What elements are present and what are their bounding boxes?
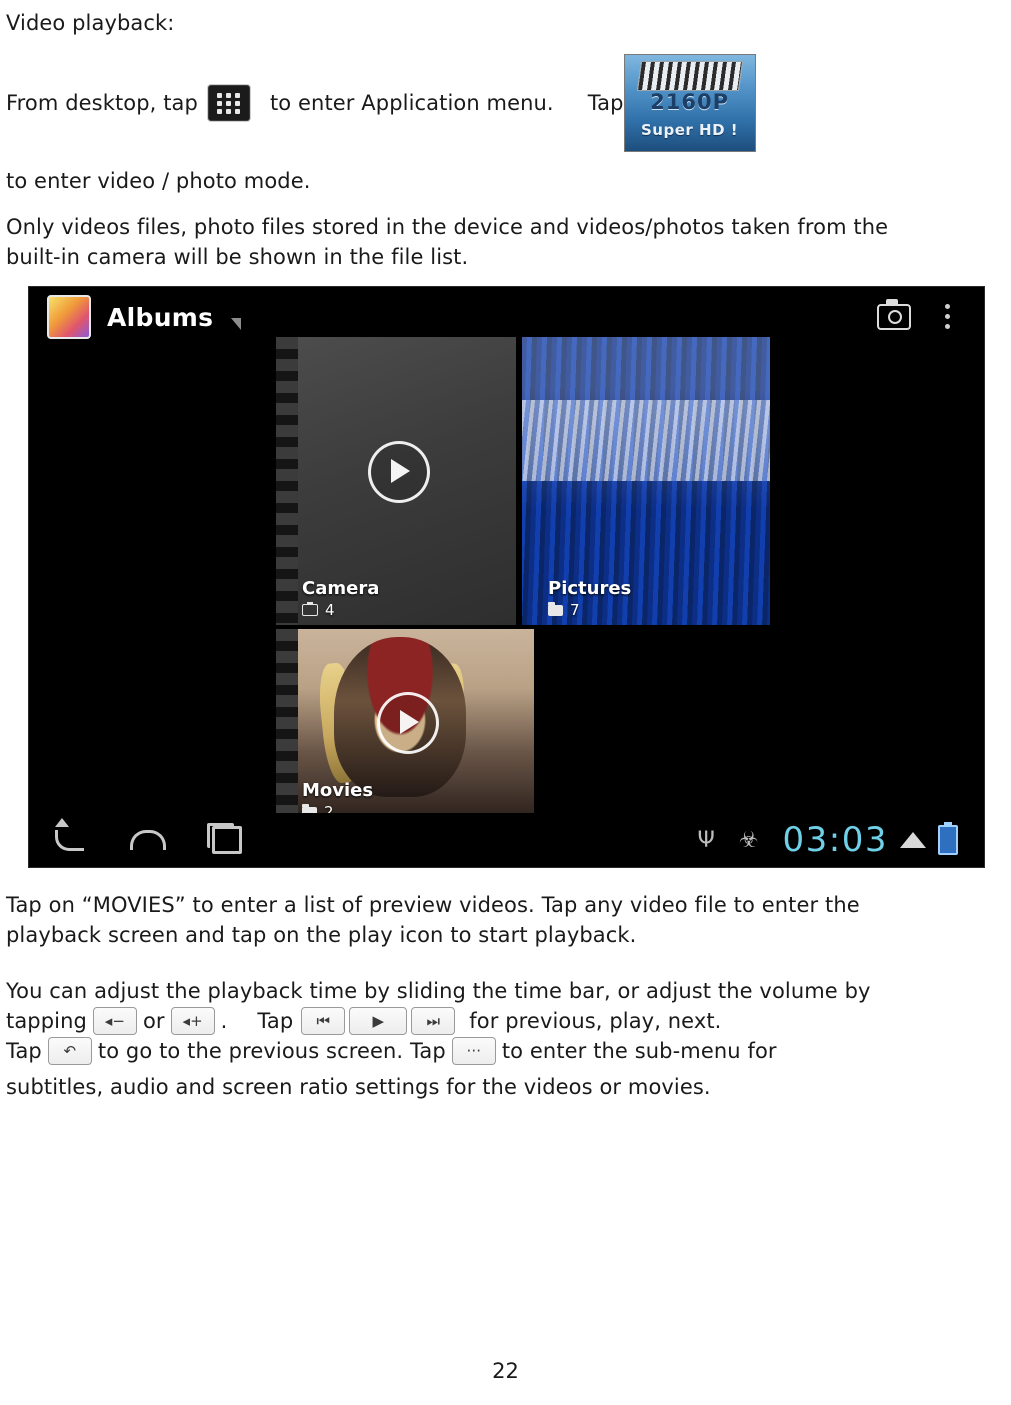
stack-edge-graphic <box>276 337 298 625</box>
back-nav-icon[interactable] <box>55 817 84 851</box>
album-count: 4 <box>325 601 335 619</box>
system-navigation-bar: Ψ ☣ 03:03 <box>29 813 984 867</box>
instruction-text-pre: From desktop, tap <box>6 91 198 115</box>
status-clock: 03:03 <box>782 820 888 860</box>
next-button[interactable]: ⏭ <box>411 1007 456 1035</box>
home-nav-icon[interactable] <box>130 830 166 850</box>
paragraph-files-line1: Only videos files, photo files stored in… <box>6 215 889 239</box>
debug-icon: ☣ <box>738 827 759 853</box>
instruction-text-mid: to enter Application menu. <box>269 91 554 115</box>
adjust-text-or: or <box>142 1009 165 1033</box>
section-heading: Video playback: <box>6 11 175 35</box>
adjust-text-tap2: Tap <box>6 1039 42 1063</box>
paragraph-adjust-line1: You can adjust the playback time by slid… <box>6 979 871 1003</box>
album-grid: Camera 4 Pictures 7 Movies 2 <box>276 337 770 827</box>
paragraph-adjust-line4: subtitles, audio and screen ratio settin… <box>6 1075 711 1099</box>
instruction-text-tap: Tap <box>587 91 624 115</box>
photo-thumbnail-graphic <box>522 400 770 481</box>
paragraph-adjust-line3: Tap ↶ to go to the previous screen. Tap … <box>6 1036 1005 1066</box>
album-name: Pictures <box>548 578 632 599</box>
play-icon[interactable] <box>377 692 439 755</box>
gallery-screenshot: Albums Camera 4 Pictures 7 Movies 2 Ψ ☣ … <box>28 286 985 868</box>
album-name: Movies <box>302 780 374 801</box>
overflow-menu-icon[interactable] <box>945 304 950 330</box>
paragraph-movies-line1: Tap on “MOVIES” to enter a list of previ… <box>6 893 860 917</box>
paragraph-files-line2: built-in camera will be shown in the fil… <box>6 245 469 269</box>
super-hd-title-label: Super HD ! <box>641 121 739 139</box>
previous-button[interactable]: ⏮ <box>301 1007 346 1035</box>
album-name: Camera <box>302 578 380 599</box>
album-tile-movies[interactable]: Movies 2 <box>276 629 534 827</box>
adjust-text-tap: Tap <box>257 1009 294 1033</box>
recents-nav-icon[interactable] <box>207 823 242 854</box>
volume-up-button[interactable]: ◂+ <box>170 1007 215 1035</box>
page-number: 22 <box>492 1359 519 1383</box>
album-tile-camera[interactable]: Camera 4 <box>276 337 516 625</box>
stack-edge-graphic <box>276 629 298 827</box>
gallery-app-icon <box>47 295 91 339</box>
play-icon[interactable] <box>368 441 430 504</box>
camera-icon[interactable] <box>877 299 911 330</box>
album-count-row: 7 <box>548 601 580 619</box>
super-hd-resolution-label: 2160P <box>650 90 729 114</box>
adjust-text-post: for previous, play, next. <box>469 1009 722 1033</box>
instruction-open-app-menu: From desktop, tap to enter Application m… <box>6 54 1005 152</box>
app-grid-icon <box>207 85 250 121</box>
back-button[interactable]: ↶ <box>47 1037 92 1065</box>
document-page: Video playback: From desktop, tap to ent… <box>0 0 1011 1405</box>
album-count-row: 4 <box>302 601 335 619</box>
transport-controls: ⏮ ▶ ⏭ <box>299 1007 457 1035</box>
adjust-text-dot: . <box>220 1009 228 1033</box>
folder-badge-icon <box>548 601 563 616</box>
volume-down-button[interactable]: ◂− <box>92 1007 137 1035</box>
usb-icon: Ψ <box>697 827 715 853</box>
camera-badge-icon <box>302 602 318 616</box>
adjust-text-mid: to go to the previous screen. Tap <box>97 1039 446 1063</box>
adjust-text-post2: to enter the sub-menu for <box>501 1039 777 1063</box>
play-button[interactable]: ▶ <box>349 1007 408 1035</box>
adjust-text-pre: tapping <box>6 1009 87 1033</box>
wifi-icon <box>900 832 926 848</box>
super-hd-app-icon: 2160P Super HD ! <box>623 54 756 152</box>
gallery-title: Albums <box>107 302 214 332</box>
album-count: 7 <box>570 601 580 619</box>
submenu-button[interactable]: ··· <box>451 1037 496 1065</box>
paragraph-adjust-line2: tapping ◂− or ◂+ . Tap ⏮ ▶ ⏭ for previou… <box>6 1006 1005 1036</box>
chevron-down-icon[interactable] <box>231 318 242 330</box>
album-tile-pictures[interactable]: Pictures 7 <box>522 337 770 625</box>
instruction-enter-mode: to enter video / photo mode. <box>6 169 311 193</box>
paragraph-movies-line2: playback screen and tap on the play icon… <box>6 923 637 947</box>
battery-icon <box>938 822 958 855</box>
